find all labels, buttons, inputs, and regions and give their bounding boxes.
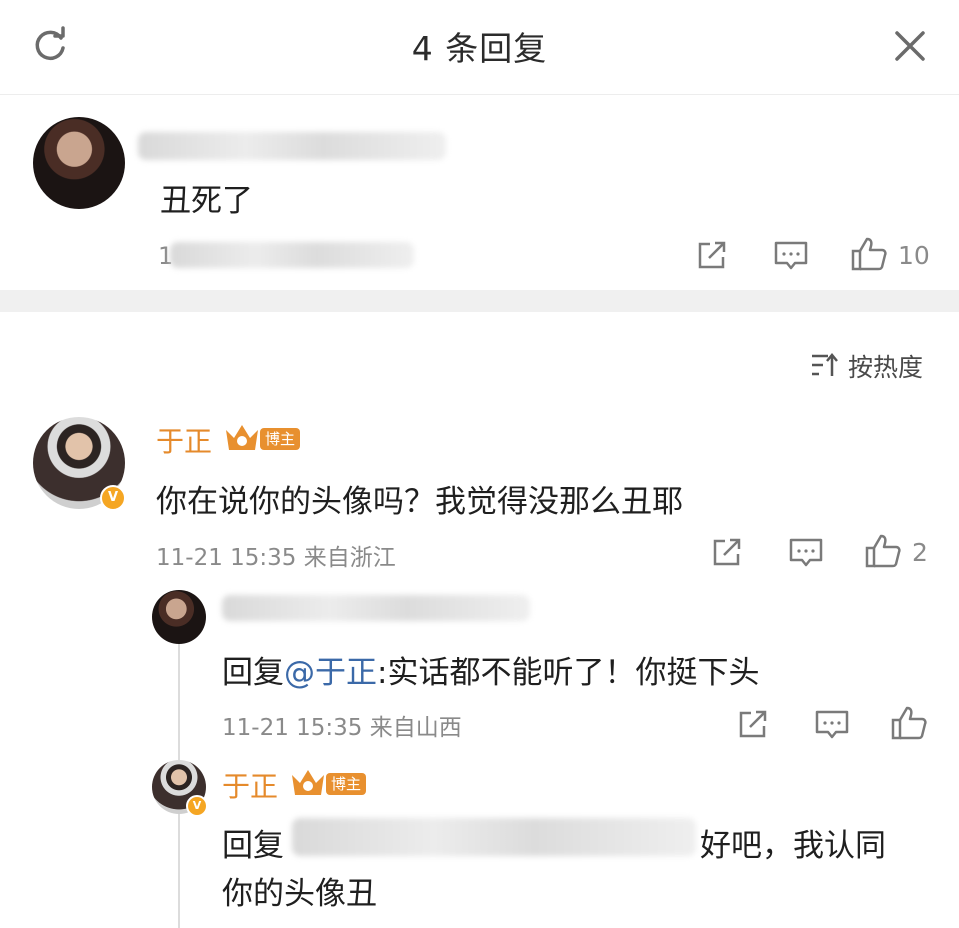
- share-icon[interactable]: [736, 707, 770, 741]
- page-title: 4 条回复: [411, 29, 548, 68]
- blurred-username: [222, 595, 530, 621]
- author-name[interactable]: 于正: [222, 765, 278, 805]
- avatar[interactable]: [152, 590, 206, 644]
- avatar[interactable]: [33, 117, 125, 209]
- blurred-date: [170, 242, 414, 268]
- author-name[interactable]: 于正: [156, 420, 212, 460]
- comment-icon[interactable]: [788, 536, 824, 570]
- reply-text: 你在说你的头像吗？我觉得没那么丑耶: [156, 484, 683, 520]
- reply-text: 回复@于正:实话都不能听了！你挺下头: [222, 647, 759, 692]
- reply-meta: 11-21 15:35 来自浙江: [156, 545, 396, 571]
- comment-icon[interactable]: [814, 708, 850, 742]
- like-count: 2: [912, 538, 928, 567]
- reply-body: 好吧，我认同: [700, 828, 886, 864]
- share-icon[interactable]: [710, 535, 744, 569]
- verified-badge: V: [100, 485, 126, 511]
- sort-label[interactable]: 按热度: [848, 348, 923, 384]
- blurred-username: [292, 818, 696, 856]
- reply-prefix: 回复: [222, 828, 284, 864]
- verified-badge: V: [186, 795, 208, 817]
- blurred-username: [138, 132, 446, 160]
- reply-prefix: 回复: [222, 655, 284, 691]
- like-icon[interactable]: [850, 236, 888, 272]
- sort-icon[interactable]: [810, 352, 840, 378]
- owner-tag: 博主: [260, 428, 301, 450]
- comment-icon[interactable]: [773, 239, 809, 273]
- close-icon[interactable]: [892, 28, 928, 64]
- reply-meta: 11-21 15:35 来自山西: [222, 715, 462, 741]
- owner-tag: 博主: [326, 773, 367, 795]
- section-divider: [0, 290, 959, 312]
- comment-text: 丑死了: [160, 183, 253, 219]
- crown-icon: [290, 767, 326, 797]
- like-icon[interactable]: [864, 533, 902, 569]
- crown-icon: [224, 422, 260, 452]
- reply-body: :实话都不能听了！你挺下头: [377, 655, 760, 691]
- reply-body-continued: 你的头像丑: [222, 876, 377, 912]
- like-count: 10: [898, 241, 930, 270]
- share-icon[interactable]: [695, 238, 729, 272]
- like-icon[interactable]: [890, 705, 928, 741]
- mention-link[interactable]: @于正: [284, 655, 377, 691]
